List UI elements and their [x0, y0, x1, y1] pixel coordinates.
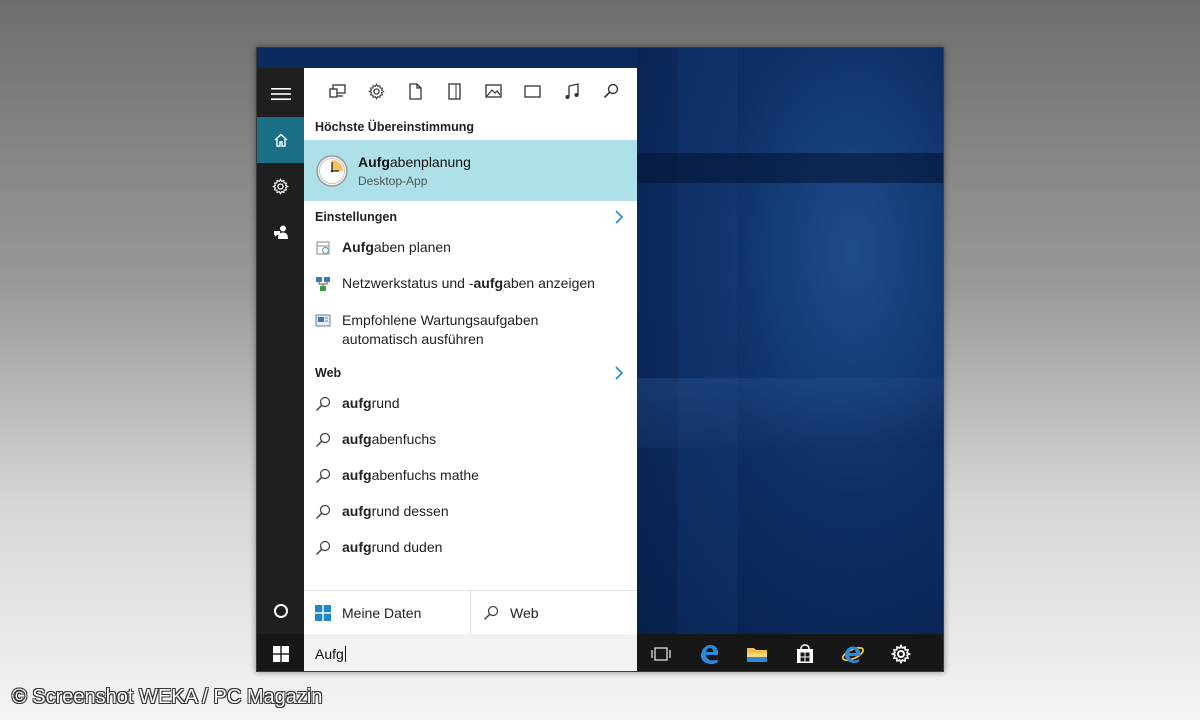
gear-icon [368, 82, 385, 100]
document-icon [409, 82, 422, 100]
gear-icon [272, 177, 289, 195]
web-suggestion[interactable]: aufgrund duden [304, 539, 637, 556]
search-results-panel: Höchste Übereinstimmung Aufgabenplanung … [304, 68, 637, 634]
settings-icon [891, 643, 911, 664]
feedback-button[interactable] [257, 209, 304, 255]
feedback-icon [273, 225, 288, 239]
filter-videos[interactable] [513, 68, 552, 114]
search-icon [315, 504, 331, 520]
internet-explorer-button[interactable] [829, 634, 877, 671]
best-match-item[interactable]: Aufgabenplanung Desktop-App [304, 140, 637, 201]
maintenance-icon [315, 314, 331, 327]
music-icon [565, 83, 579, 99]
task-view-button[interactable] [637, 634, 685, 671]
edge-icon [701, 644, 718, 664]
internet-explorer-icon [841, 646, 865, 663]
filter-folders[interactable] [435, 68, 474, 114]
video-icon [524, 84, 541, 98]
cortana-icon [273, 604, 288, 618]
start-button[interactable] [257, 634, 304, 671]
home-icon [274, 133, 287, 147]
search-icon [603, 83, 618, 99]
start-rail [257, 68, 304, 634]
settings-item-netzwerkstatus[interactable]: Netzwerkstatus und -aufgaben anzeigen [304, 275, 637, 292]
filter-documents[interactable] [396, 68, 435, 114]
task-scheduler-icon [316, 154, 348, 187]
web-heading[interactable]: Web [304, 360, 637, 386]
web-suggestion-label: aufgrund dessen [342, 503, 449, 519]
search-icon [483, 605, 499, 620]
filter-web[interactable] [591, 68, 630, 114]
best-match-title: Aufgabenplanung [358, 153, 471, 170]
task-view-icon [651, 646, 671, 661]
taskbar: Aufg [257, 634, 943, 671]
settings-item-wartung[interactable]: Empfohlene Wartungsaufgaben automatisch … [304, 311, 637, 349]
file-explorer-button[interactable] [733, 634, 781, 671]
filter-bar [304, 68, 637, 114]
text-caret [344, 645, 346, 662]
settings-heading[interactable]: Einstellungen [304, 204, 637, 230]
filter-apps[interactable] [318, 68, 357, 114]
best-match-subtitle: Desktop-App [358, 173, 428, 188]
web-suggestion[interactable]: aufgrund [304, 395, 637, 412]
store-icon [797, 643, 813, 663]
hamburger-icon [270, 88, 291, 100]
best-match-heading: Höchste Übereinstimmung [315, 120, 475, 134]
web-suggestion[interactable]: aufgabenfuchs mathe [304, 467, 637, 484]
home-button[interactable] [257, 117, 304, 163]
menu-button[interactable] [257, 71, 304, 117]
filter-music[interactable] [552, 68, 591, 114]
web-suggestion[interactable]: aufgabenfuchs [304, 431, 637, 448]
apps-icon [329, 83, 346, 98]
filter-photos[interactable] [474, 68, 513, 114]
web-suggestion-label: aufgrund [342, 395, 400, 411]
filter-settings[interactable] [357, 68, 396, 114]
copyright-watermark: © Screenshot WEKA / PC Magazin [12, 686, 323, 708]
search-icon [315, 540, 331, 556]
folder-icon [448, 82, 461, 100]
chevron-right-icon[interactable] [615, 210, 623, 224]
settings-rail-button[interactable] [257, 163, 304, 209]
web-suggestion-label: aufgrund duden [342, 539, 443, 555]
photo-icon [485, 84, 502, 98]
tab-meine-daten[interactable]: Meine Daten [304, 591, 471, 634]
edge-button[interactable] [685, 634, 733, 671]
screenshot-frame: Höchste Übereinstimmung Aufgabenplanung … [256, 47, 944, 672]
windows-logo-icon [272, 645, 289, 662]
scope-tabs: Meine Daten Web [304, 590, 637, 634]
search-input[interactable]: Aufg [304, 634, 637, 671]
file-explorer-icon [747, 647, 767, 662]
search-icon [315, 396, 331, 412]
web-suggestion-label: aufgabenfuchs mathe [342, 467, 479, 483]
web-suggestion[interactable]: aufgrund dessen [304, 503, 637, 520]
chevron-right-icon[interactable] [615, 366, 623, 380]
tab-web[interactable]: Web [471, 591, 637, 634]
settings-item-label: Empfohlene Wartungsaufgaben automatisch … [342, 312, 539, 347]
web-suggestion-label: aufgabenfuchs [342, 431, 437, 447]
settings-item-label: Netzwerkstatus und -aufgaben anzeigen [342, 275, 595, 291]
store-button[interactable] [781, 634, 829, 671]
cortana-button[interactable] [257, 588, 304, 634]
search-icon [315, 468, 331, 484]
search-icon [315, 432, 331, 448]
settings-taskbar-button[interactable] [877, 634, 925, 671]
windows-icon [315, 604, 331, 621]
network-icon [316, 277, 330, 291]
settings-item-aufgaben-planen[interactable]: Aufgaben planen [304, 239, 637, 256]
desktop-wallpaper [637, 48, 943, 634]
task-settings-icon [316, 241, 330, 255]
settings-item-label: Aufgaben planen [342, 239, 451, 255]
